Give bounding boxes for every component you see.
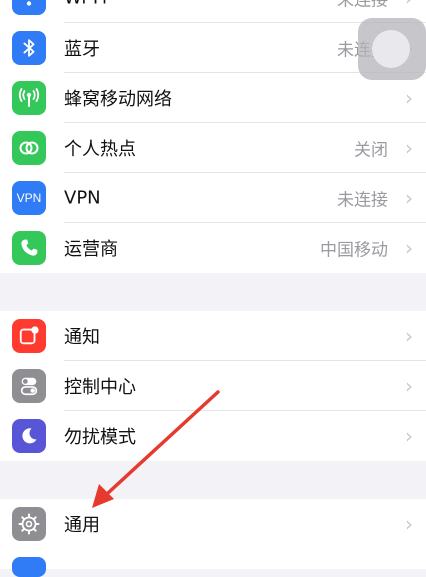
settings-row-do-not-disturb[interactable]: 勿扰模式 › bbox=[0, 411, 426, 461]
assistive-touch-button[interactable] bbox=[358, 18, 426, 80]
bluetooth-icon bbox=[12, 31, 46, 65]
wifi-icon bbox=[12, 0, 46, 15]
chevron-right-icon: › bbox=[405, 374, 413, 398]
control-center-icon bbox=[12, 369, 46, 403]
chevron-right-icon: › bbox=[405, 512, 413, 536]
settings-row-label: 控制中心 bbox=[64, 377, 136, 398]
chevron-right-icon: › bbox=[405, 324, 413, 348]
vpn-icon: VPN bbox=[12, 181, 46, 215]
hotspot-icon bbox=[12, 131, 46, 165]
settings-row-value: 中国移动 bbox=[320, 240, 388, 261]
settings-group-general: 通用 › bbox=[0, 499, 426, 577]
chevron-right-icon: › bbox=[405, 236, 413, 260]
settings-row-notifications[interactable]: 通知 › bbox=[0, 311, 426, 361]
vpn-icon-text: VPN bbox=[16, 191, 42, 205]
settings-row-hotspot[interactable]: 个人热点 关闭 › bbox=[0, 123, 426, 173]
assistive-touch-inner bbox=[372, 30, 410, 68]
gear-icon bbox=[12, 507, 46, 541]
cellular-icon bbox=[12, 81, 46, 115]
moon-icon bbox=[12, 419, 46, 453]
chevron-right-icon: › bbox=[405, 424, 413, 448]
settings-row-control-center[interactable]: 控制中心 › bbox=[0, 361, 426, 411]
settings-row-label: 通知 bbox=[64, 327, 100, 348]
settings-group-notifications: 通知 › 控制中心 › 勿扰模式 › bbox=[0, 311, 426, 461]
settings-row-value: 未连接 bbox=[337, 190, 388, 211]
settings-row-carrier[interactable]: 运营商 中国移动 › bbox=[0, 223, 426, 273]
chevron-right-icon: › bbox=[405, 86, 413, 110]
settings-row-label: 通用 bbox=[64, 515, 100, 536]
settings-row-label: VPN bbox=[64, 187, 101, 209]
phone-icon bbox=[12, 231, 46, 265]
settings-row-label: 运营商 bbox=[64, 239, 118, 260]
settings-row-label: 勿扰模式 bbox=[64, 427, 136, 448]
settings-row-vpn[interactable]: VPN VPN 未连接 › bbox=[0, 173, 426, 223]
settings-row-wifi[interactable]: Wi-Fi 未连接 › bbox=[0, 0, 426, 23]
chevron-right-icon: › bbox=[405, 0, 413, 10]
chevron-right-icon: › bbox=[405, 186, 413, 210]
next-row-icon-partial bbox=[12, 557, 46, 577]
notification-icon bbox=[12, 319, 46, 353]
settings-row-label: 个人热点 bbox=[64, 139, 136, 160]
settings-row-label: 蜂窝移动网络 bbox=[64, 89, 172, 110]
settings-row-general[interactable]: 通用 › bbox=[0, 499, 426, 549]
settings-row-label: Wi-Fi bbox=[64, 0, 107, 9]
settings-row-cellular[interactable]: 蜂窝移动网络 › bbox=[0, 73, 426, 123]
chevron-right-icon: › bbox=[405, 136, 413, 160]
settings-row-value: 关闭 bbox=[354, 140, 388, 161]
settings-row-label: 蓝牙 bbox=[64, 39, 100, 60]
settings-row-value: 未连接 bbox=[337, 0, 388, 11]
